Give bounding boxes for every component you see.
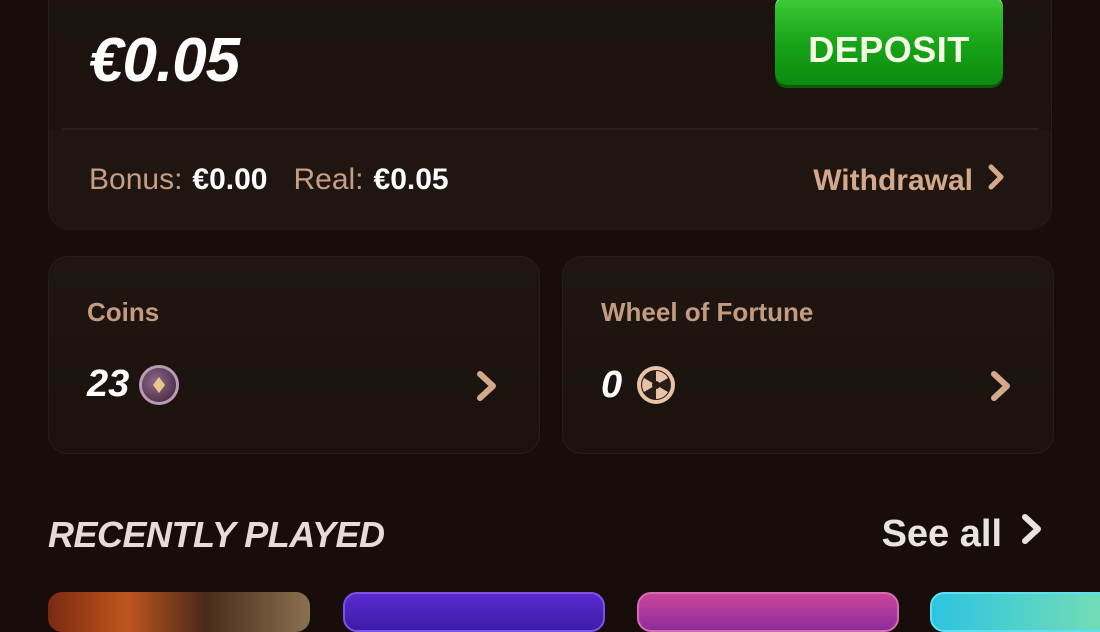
bonus-value: €0.00 bbox=[192, 163, 268, 196]
wheel-title: Wheel of Fortune bbox=[601, 297, 814, 327]
balance-breakdown-bar: Bonus: €0.00 Real: €0.05 Withdrawal bbox=[49, 130, 1051, 230]
see-all-label: See all bbox=[881, 512, 1002, 555]
chevron-right-icon bbox=[475, 369, 499, 408]
real-value: €0.05 bbox=[373, 163, 449, 196]
coins-value-row: 23 bbox=[87, 363, 180, 406]
coin-icon bbox=[139, 364, 180, 405]
recently-played-title: RECENTLY PLAYED bbox=[48, 514, 385, 555]
balance-amount: €0.05 bbox=[89, 26, 240, 95]
coins-value: 23 bbox=[87, 363, 130, 405]
withdrawal-link[interactable]: Withdrawal bbox=[813, 163, 1005, 199]
coins-tile[interactable]: Coins 23 bbox=[48, 256, 540, 454]
wheel-icon bbox=[634, 363, 678, 407]
chevron-right-icon bbox=[987, 163, 1005, 199]
chevron-right-icon bbox=[989, 369, 1013, 408]
balance-breakdown: Bonus: €0.00 Real: €0.05 bbox=[89, 163, 449, 197]
game-thumbnail[interactable] bbox=[930, 592, 1100, 632]
game-thumbnail[interactable] bbox=[48, 592, 310, 632]
coins-title: Coins bbox=[87, 297, 160, 327]
balance-card: €0.05 DEPOSIT Bonus: €0.00 Real: €0.05 W… bbox=[48, 0, 1052, 230]
game-thumbnail[interactable] bbox=[343, 592, 605, 632]
withdrawal-label: Withdrawal bbox=[813, 164, 973, 197]
game-thumbnail[interactable] bbox=[637, 592, 899, 632]
deposit-button[interactable]: DEPOSIT bbox=[775, 0, 1003, 85]
wheel-value: 0 bbox=[601, 363, 623, 406]
bonus-label: Bonus: bbox=[89, 163, 183, 196]
wheel-of-fortune-tile[interactable]: Wheel of Fortune 0 bbox=[562, 256, 1054, 454]
wheel-value-row: 0 bbox=[601, 363, 678, 407]
chevron-right-icon bbox=[1020, 512, 1044, 556]
see-all-link[interactable]: See all bbox=[882, 512, 1044, 556]
real-label: Real: bbox=[293, 163, 364, 196]
